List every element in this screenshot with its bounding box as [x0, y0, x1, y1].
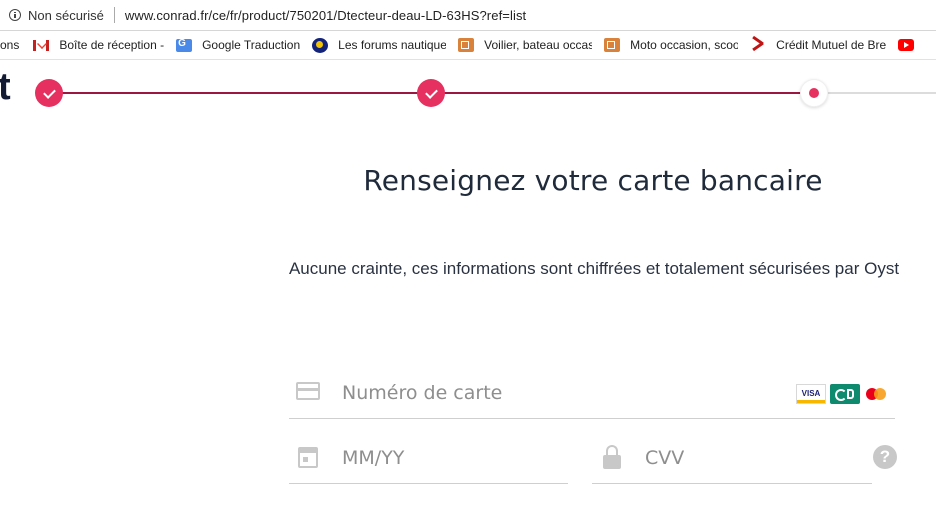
current-step-dot	[809, 88, 819, 98]
credit-card-icon	[296, 382, 320, 400]
address-separator	[113, 7, 115, 23]
help-icon[interactable]: ?	[873, 445, 897, 469]
bookmark-label: Voilier, bateau occas	[484, 38, 593, 52]
bookmark-voilier[interactable]: Voilier, bateau occas	[458, 31, 592, 59]
check-icon	[424, 85, 438, 99]
bookmark-gmail[interactable]: Boîte de réception -	[33, 31, 164, 59]
pdf-icon	[750, 37, 766, 53]
google-translate-icon	[176, 38, 193, 52]
box-icon	[458, 38, 475, 52]
progress-line-completed	[444, 92, 814, 94]
cb-logo-icon	[830, 384, 860, 404]
calendar-icon	[298, 447, 318, 468]
expiry-input[interactable]	[342, 447, 562, 469]
info-icon[interactable]	[9, 9, 21, 21]
bookmark-moto[interactable]: Moto occasion, scoo	[604, 31, 738, 59]
card-number-field: VISA	[289, 372, 895, 419]
security-status[interactable]: Non sécurisé	[28, 8, 104, 23]
youtube-icon	[898, 39, 915, 51]
box-icon	[604, 38, 621, 52]
bookmark-label: Les forums nautique	[338, 38, 447, 52]
page-title: Renseignez votre carte bancaire	[363, 164, 823, 197]
visa-logo-icon: VISA	[796, 384, 826, 404]
card-number-input[interactable]	[342, 382, 562, 404]
bookmark-forums[interactable]: Les forums nautique	[312, 31, 446, 59]
step-1-completed	[35, 79, 63, 107]
mastercard-logo-icon	[866, 387, 888, 401]
brand-logo-fragment: t	[0, 66, 11, 108]
bookmarks-bar: ons Boîte de réception - Google Traducti…	[0, 31, 936, 60]
bookmark-item[interactable]: ons	[0, 31, 19, 59]
bookmark-credit-mutuel[interactable]: Crédit Mutuel de Bre	[750, 31, 886, 59]
cvv-field: ?	[592, 437, 897, 484]
bookmark-label: Crédit Mutuel de Bre	[776, 38, 887, 52]
bookmark-youtube[interactable]	[898, 31, 924, 59]
url-text[interactable]: www.conrad.fr/ce/fr/product/750201/Dtect…	[125, 8, 526, 23]
step-3-current	[800, 79, 828, 107]
bookmark-label: Boîte de réception -	[59, 38, 165, 52]
bookmark-google-translate[interactable]: Google Traduction	[176, 31, 300, 59]
step-2-completed	[417, 79, 445, 107]
bookmark-label: ons	[0, 38, 20, 52]
cvv-input[interactable]	[645, 447, 845, 469]
gmail-icon	[33, 39, 50, 51]
bookmark-label: Moto occasion, scoo	[630, 38, 739, 52]
check-icon	[42, 85, 56, 99]
progress-line-remaining	[828, 92, 936, 94]
expiry-field	[289, 437, 568, 484]
forum-icon	[312, 37, 329, 53]
address-bar[interactable]: Non sécurisé www.conrad.fr/ce/fr/product…	[0, 0, 936, 31]
lock-icon	[602, 445, 622, 469]
card-brands: VISA	[796, 384, 888, 404]
bookmark-label: Google Traduction	[202, 38, 301, 52]
security-subtitle: Aucune crainte, ces informations sont ch…	[288, 259, 900, 278]
progress-line-completed	[60, 92, 432, 94]
